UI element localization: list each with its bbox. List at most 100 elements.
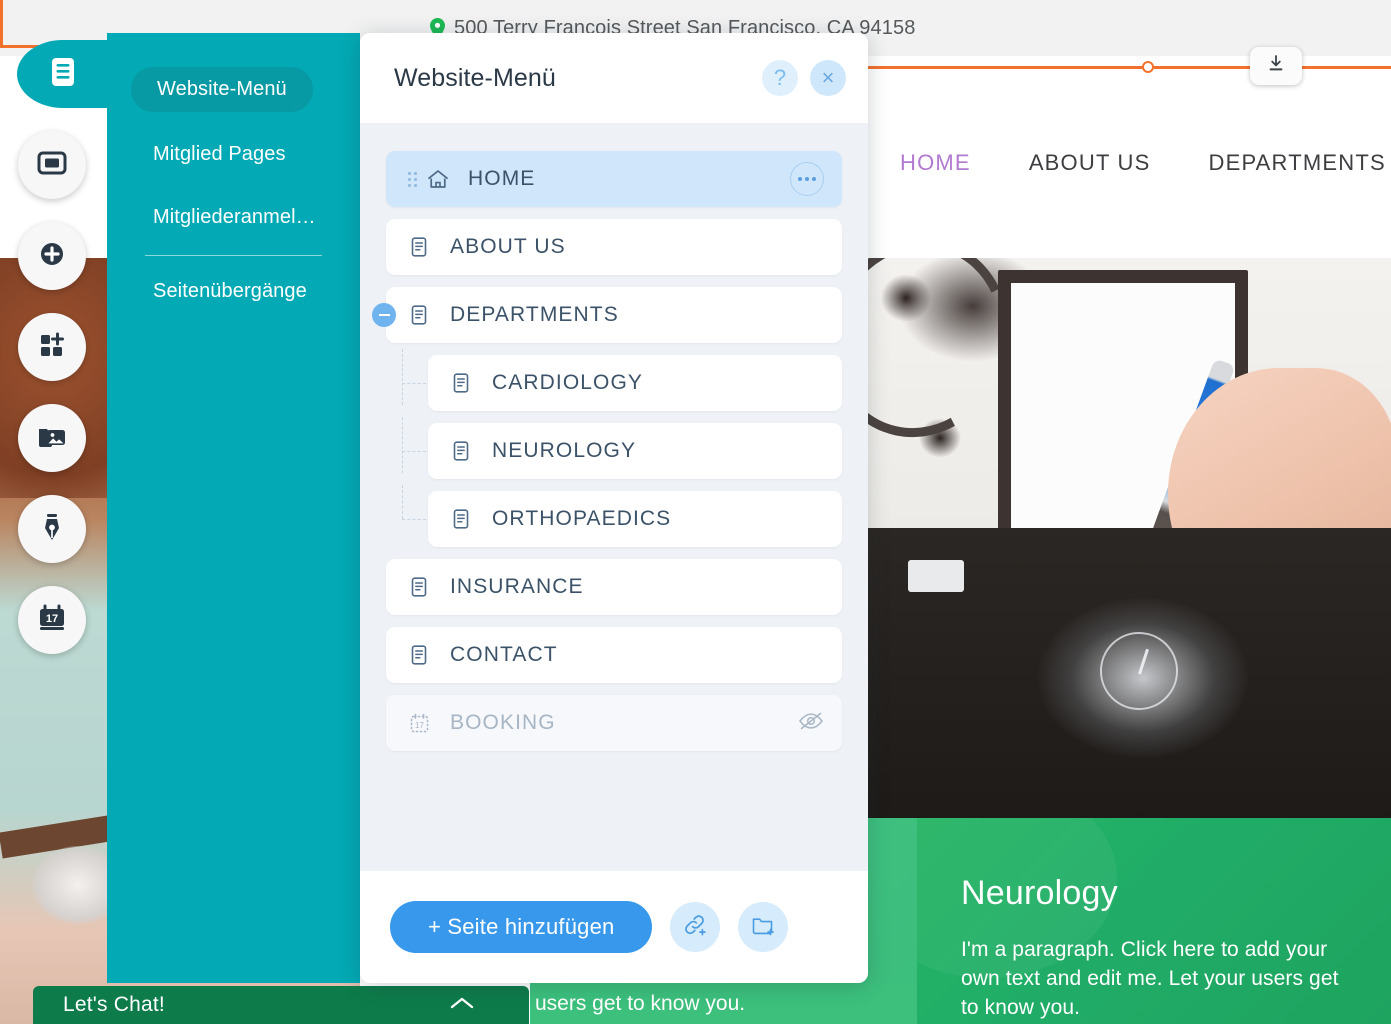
- chevron-up-icon[interactable]: [449, 995, 475, 1016]
- collapse-toggle-departments[interactable]: [372, 303, 396, 327]
- rail-item-bookings[interactable]: 17: [18, 586, 86, 654]
- tree-connector-line: [402, 417, 403, 473]
- tree-connector-elbow: [402, 383, 426, 384]
- tree-connector-line: [402, 485, 403, 519]
- page-row-wrapper: CARDIOLOGY: [386, 349, 842, 411]
- lets-chat-label: Let's Chat!: [63, 993, 165, 1016]
- page-row-insurance[interactable]: INSURANCE: [386, 559, 842, 615]
- page-row-wrapper: DEPARTMENTS: [372, 287, 842, 343]
- page-row-contact[interactable]: CONTACT: [386, 627, 842, 683]
- dialog-page-list: HOME ABOUT US DEPARTMENTS CARDIOLOGY NEU…: [360, 123, 868, 871]
- calendar-17-icon: 17: [408, 712, 434, 735]
- download-button[interactable]: [1250, 47, 1302, 85]
- hero-photo-right: [868, 258, 1391, 828]
- page-row-departments[interactable]: DEPARTMENTS: [386, 287, 842, 343]
- tree-connector-elbow: [402, 519, 426, 520]
- editor-screen: users get to know you. Neurology I'm a p…: [0, 0, 1391, 1024]
- add-folder-icon: [750, 912, 776, 943]
- design-pen-icon: [36, 511, 68, 548]
- home-icon: [426, 167, 452, 191]
- add-icon: [36, 238, 68, 275]
- tree-connector-line: [402, 349, 403, 405]
- photo-detail-dark-panel: [868, 528, 1391, 828]
- page-row-wrapper: NEUROLOGY: [386, 417, 842, 479]
- page-row-wrapper: HOME: [386, 151, 842, 207]
- page-row-home[interactable]: HOME: [386, 151, 842, 207]
- page-row-wrapper: 17 BOOKING: [386, 695, 842, 751]
- drag-handle-icon[interactable]: [408, 171, 420, 187]
- page-row-booking[interactable]: 17 BOOKING: [386, 695, 842, 751]
- page-row-wrapper: ABOUT US: [386, 219, 842, 275]
- editor-icon-rail: 17: [17, 40, 109, 677]
- site-nav-departments[interactable]: DEPARTMENTS: [1208, 150, 1385, 176]
- page-label: INSURANCE: [450, 575, 584, 598]
- page-icon: [450, 440, 476, 462]
- svg-text:17: 17: [415, 721, 424, 730]
- site-navigation: HOME ABOUT US DEPARTMENTS: [900, 150, 1386, 176]
- media-icon: [36, 420, 68, 457]
- page-icon: [408, 236, 434, 258]
- page-row-about-us[interactable]: ABOUT US: [386, 219, 842, 275]
- page-icon: [408, 644, 434, 666]
- neurology-card[interactable]: Neurology I'm a paragraph. Click here to…: [917, 818, 1391, 1024]
- page-icon: [450, 372, 476, 394]
- rail-item-design[interactable]: [18, 495, 86, 563]
- photo-detail-dial: [1100, 632, 1178, 710]
- site-nav-home[interactable]: HOME: [900, 150, 971, 176]
- page-label: HOME: [468, 167, 536, 190]
- page-row-wrapper: INSURANCE: [386, 559, 842, 615]
- rail-item-add[interactable]: [18, 222, 86, 290]
- rail-item-media[interactable]: [18, 404, 86, 472]
- page-row-wrapper: CONTACT: [386, 627, 842, 683]
- rail-item-pages[interactable]: [17, 40, 109, 108]
- page-icon: [408, 576, 434, 598]
- help-question-icon[interactable]: ?: [762, 60, 798, 96]
- sidebar-item-website-menu[interactable]: Website-Menü: [131, 67, 313, 112]
- page-icon: [408, 304, 434, 326]
- sidebar-item-mitglied-pages[interactable]: Mitglied Pages: [131, 129, 348, 180]
- site-nav-about-us[interactable]: ABOUT US: [1029, 150, 1151, 176]
- svg-text:17: 17: [46, 613, 58, 625]
- add-link-button[interactable]: [670, 902, 721, 952]
- website-menu-dialog: Website-Menü ? × HOME ABOUT US DEPARTMEN…: [360, 33, 868, 983]
- add-page-button[interactable]: + Seite hinzufügen: [390, 901, 653, 953]
- page-label: CONTACT: [450, 643, 558, 666]
- rail-item-section[interactable]: [18, 131, 86, 199]
- page-label: ABOUT US: [450, 235, 566, 258]
- sidebar-divider: [145, 255, 322, 256]
- page-icon: [450, 508, 476, 530]
- dialog-footer: + Seite hinzufügen: [360, 871, 868, 983]
- hidden-eye-icon[interactable]: [798, 711, 824, 736]
- pages-icon: [46, 55, 80, 94]
- page-label: DEPARTMENTS: [450, 303, 619, 326]
- bookings-calendar-icon: 17: [36, 602, 68, 639]
- photo-detail-label-tag: [908, 560, 964, 592]
- sidebar-item-seitenuebergaenge[interactable]: Seitenübergänge: [131, 266, 348, 317]
- apps-add-icon: [36, 329, 68, 366]
- page-row-orthopaedics[interactable]: ORTHOPAEDICS: [428, 491, 842, 547]
- rail-item-apps[interactable]: [18, 313, 86, 381]
- selection-resize-handle[interactable]: [1142, 61, 1154, 73]
- sidebar-item-mitgliederanmeldung[interactable]: Mitgliederanmel…: [131, 192, 348, 243]
- mid-green-card-text: users get to know you.: [530, 984, 920, 1024]
- page-label: NEUROLOGY: [492, 439, 637, 462]
- neurology-card-paragraph: I'm a paragraph. Click here to add your …: [961, 938, 1339, 1019]
- lets-chat-bar[interactable]: Let's Chat!: [33, 986, 529, 1024]
- page-row-wrapper: ORTHOPAEDICS: [386, 485, 842, 547]
- add-link-icon: [682, 912, 708, 943]
- page-label: CARDIOLOGY: [492, 371, 644, 394]
- add-folder-button[interactable]: [738, 902, 789, 952]
- page-row-neurology[interactable]: NEUROLOGY: [428, 423, 842, 479]
- dialog-title: Website-Menü: [394, 63, 556, 92]
- neurology-card-heading: Neurology: [961, 874, 1118, 912]
- close-icon[interactable]: ×: [810, 60, 846, 96]
- page-more-options-button[interactable]: [790, 162, 824, 196]
- website-menu-sidebar: Website-Menü Mitglied Pages Mitgliederan…: [107, 33, 360, 983]
- dialog-header: Website-Menü ? ×: [360, 33, 868, 123]
- tree-connector-elbow: [402, 451, 426, 452]
- page-label: BOOKING: [450, 711, 556, 734]
- page-row-cardiology[interactable]: CARDIOLOGY: [428, 355, 842, 411]
- page-label: ORTHOPAEDICS: [492, 507, 672, 530]
- section-icon: [36, 147, 68, 184]
- download-icon: [1266, 54, 1286, 79]
